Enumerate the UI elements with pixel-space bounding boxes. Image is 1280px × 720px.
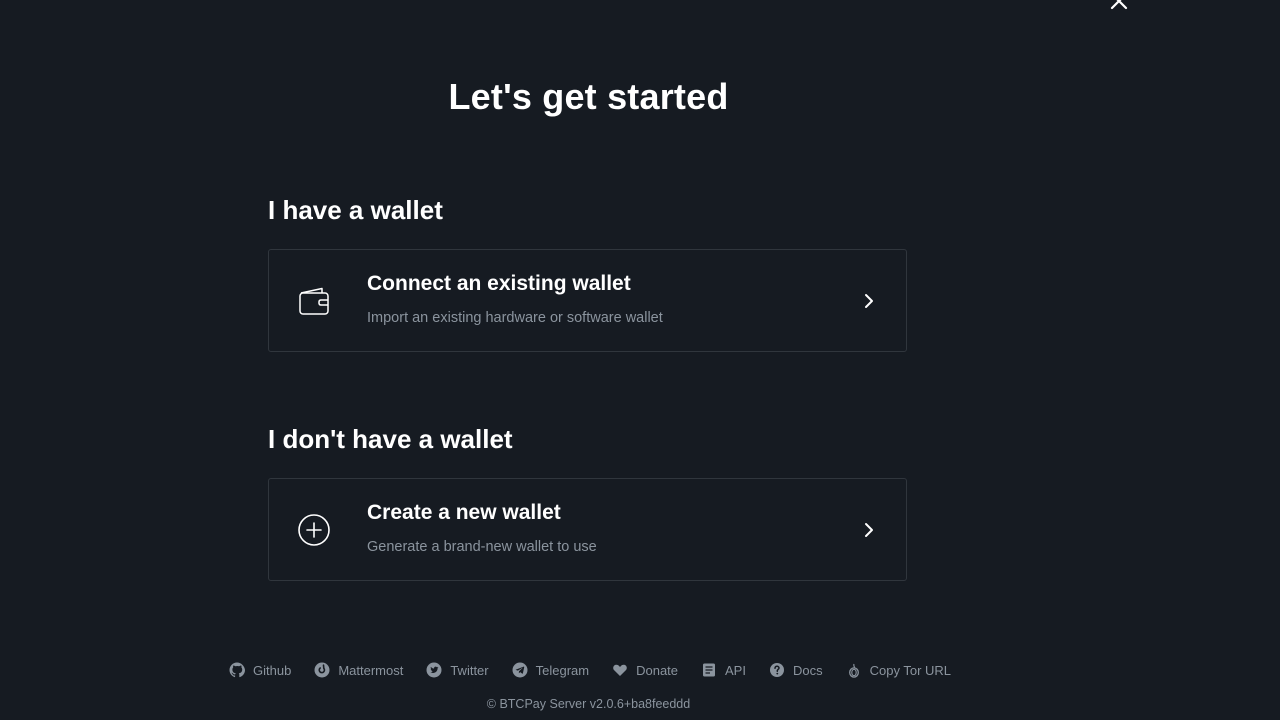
footer-link-api[interactable]: API bbox=[701, 660, 746, 680]
close-button[interactable] bbox=[1109, 0, 1129, 11]
footer-link-github[interactable]: Github bbox=[229, 660, 291, 680]
footer-link-label: Docs bbox=[792, 662, 823, 678]
footer-link-docs[interactable]: Docs bbox=[769, 660, 823, 680]
heart-icon bbox=[613, 664, 627, 676]
page-title: Let's get started bbox=[448, 76, 729, 117]
card-title: Create a new wallet bbox=[367, 501, 561, 524]
footer-link-label: Copy Tor URL bbox=[869, 662, 952, 678]
github-icon bbox=[229, 662, 245, 678]
footer-link-label: Github bbox=[253, 662, 292, 678]
card-subtitle: Import an existing hardware or software … bbox=[367, 310, 663, 326]
footer-link-donate[interactable]: Donate bbox=[612, 660, 678, 680]
connect-existing-wallet-card[interactable]: Connect an existing wallet Import an exi… bbox=[268, 249, 907, 352]
footer-link-label: Twitter bbox=[450, 662, 489, 678]
mattermost-icon bbox=[314, 662, 330, 678]
wallet-icon bbox=[299, 287, 329, 315]
twitter-icon bbox=[426, 662, 442, 678]
card-title: Connect an existing wallet bbox=[367, 272, 631, 295]
footer-link-mattermost[interactable]: Mattermost bbox=[314, 660, 403, 680]
footer-link-telegram[interactable]: Telegram bbox=[512, 660, 589, 680]
plus-circle-icon bbox=[298, 514, 330, 546]
footer-link-label: Donate bbox=[636, 662, 679, 678]
chevron-right-icon bbox=[865, 523, 873, 537]
section-heading-no-wallet: I don't have a wallet bbox=[268, 424, 513, 454]
chevron-right-icon bbox=[865, 294, 873, 308]
card-subtitle: Generate a brand-new wallet to use bbox=[367, 539, 597, 555]
copyright-text: © BTCPay Server v2.0.6+ba8feeddd bbox=[486, 697, 691, 711]
question-circle-icon bbox=[769, 663, 784, 677]
wallet-setup-page: Let's get started I have a wallet Connec… bbox=[0, 0, 1280, 720]
footer-link-label: API bbox=[725, 662, 746, 678]
close-icon bbox=[1110, 0, 1128, 10]
tor-onion-icon bbox=[848, 663, 859, 678]
footer-link-label: Telegram bbox=[535, 662, 590, 678]
section-heading-have-wallet: I have a wallet bbox=[268, 195, 443, 225]
footer-link-copy-tor-url[interactable]: Copy Tor URL bbox=[846, 660, 951, 680]
footer-links: Github Mattermost Twitter Telegram Donat… bbox=[229, 660, 951, 680]
footer-link-label: Mattermost bbox=[338, 662, 404, 678]
create-new-wallet-card[interactable]: Create a new wallet Generate a brand-new… bbox=[268, 478, 907, 581]
footer-link-twitter[interactable]: Twitter bbox=[426, 660, 489, 680]
api-doc-icon bbox=[703, 663, 716, 677]
telegram-icon bbox=[512, 662, 528, 678]
